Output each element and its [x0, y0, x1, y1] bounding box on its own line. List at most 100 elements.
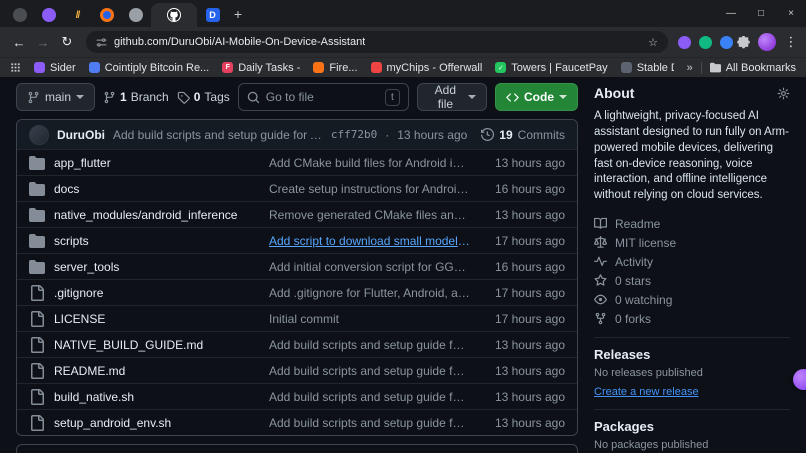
- file-name-link[interactable]: NATIVE_BUILD_GUIDE.md: [54, 338, 203, 352]
- file-row[interactable]: README.md Add build scripts and setup gui…: [17, 357, 577, 383]
- file-row[interactable]: LICENSE Initial commit 17 hours ago: [17, 305, 577, 331]
- pinned-tab-sider[interactable]: [35, 3, 62, 27]
- file-row[interactable]: server_tools Add initial conversion scrip…: [17, 253, 577, 279]
- about-eye-link[interactable]: 0 watching: [594, 290, 790, 309]
- file-row[interactable]: build_native.sh Add build scripts and set…: [17, 383, 577, 409]
- minimize-button[interactable]: —: [716, 8, 746, 19]
- about-pulse-link[interactable]: Activity: [594, 252, 790, 271]
- forward-button[interactable]: →: [32, 35, 54, 50]
- new-tab-button[interactable]: +: [226, 2, 250, 26]
- file-row[interactable]: docs Create setup instructions for Androi…: [17, 175, 577, 201]
- about-fork-link[interactable]: 0 forks: [594, 309, 790, 328]
- extension-icon[interactable]: [699, 35, 712, 49]
- browser-menu-icon[interactable]: ⋮: [784, 34, 798, 50]
- file-commit-message-link[interactable]: Add build scripts and setup guide for An…: [269, 416, 479, 430]
- bookmark-item[interactable]: Fire...: [313, 62, 358, 74]
- extensions-puzzle-icon[interactable]: [737, 36, 750, 49]
- bookmark-favicon-icon: [34, 62, 45, 73]
- file-row[interactable]: setup_android_env.sh Add build scripts an…: [17, 409, 577, 435]
- pulse-icon: [594, 255, 607, 268]
- bookmark-star-icon[interactable]: ☆: [648, 36, 658, 49]
- file-name-link[interactable]: setup_android_env.sh: [54, 416, 171, 430]
- commit-author-name[interactable]: DuruObi: [57, 128, 105, 142]
- sidebar-divider: [594, 337, 790, 339]
- pinned-tab-pens[interactable]: //: [64, 3, 91, 27]
- repo-controls-row: main 1 Branch 0 Tags Go to file t Add fi…: [16, 83, 578, 111]
- folder-icon: [29, 155, 45, 171]
- file-updated-time: 13 hours ago: [494, 155, 565, 170]
- file-name-link[interactable]: README.md: [54, 364, 125, 378]
- bookmark-item[interactable]: ✓ Towers | FaucetPay: [495, 61, 608, 74]
- code-button[interactable]: Code: [495, 83, 578, 111]
- commit-author-avatar[interactable]: [29, 124, 49, 145]
- about-book-link[interactable]: Readme: [594, 214, 790, 233]
- tab-d[interactable]: D: [199, 3, 226, 27]
- file-commit-message-link[interactable]: Add build scripts and setup guide for An…: [269, 364, 479, 378]
- bookmark-item[interactable]: F Daily Tasks -: [222, 62, 300, 74]
- apps-grid-icon[interactable]: [10, 62, 21, 73]
- maximize-button[interactable]: □: [746, 8, 776, 19]
- commit-sha-link[interactable]: cff72b0: [331, 128, 377, 141]
- tab-mit-license[interactable]: MIT license: [119, 445, 220, 453]
- file-row[interactable]: app_flutter Add CMake build files for And…: [17, 149, 577, 175]
- file-commit-message-link[interactable]: Add initial conversion script for GGUF f…: [269, 260, 479, 274]
- create-release-link[interactable]: Create a new release: [594, 386, 699, 398]
- site-settings-icon[interactable]: [96, 37, 107, 48]
- file-row[interactable]: NATIVE_BUILD_GUIDE.md Add build scripts a…: [17, 331, 577, 357]
- go-to-file-input[interactable]: Go to file t: [237, 83, 409, 111]
- close-button[interactable]: ×: [776, 8, 806, 19]
- current-branch-label: main: [45, 90, 72, 104]
- file-commit-message-link[interactable]: Add script to download small model with …: [269, 234, 479, 248]
- file-name-link[interactable]: scripts: [54, 234, 89, 248]
- file-name-link[interactable]: build_native.sh: [54, 390, 134, 404]
- extension-icon[interactable]: [720, 35, 733, 49]
- address-bar[interactable]: github.com/DuruObi/AI-Mobile-On-Device-A…: [86, 31, 668, 53]
- bookmarks-divider: [700, 61, 702, 74]
- bookmark-label: Towers | FaucetPay: [511, 61, 608, 74]
- file-commit-message-link[interactable]: Add build scripts and setup guide for An…: [269, 338, 479, 352]
- file-commit-message-link[interactable]: Create setup instructions for Android an…: [269, 182, 479, 196]
- bookmark-item[interactable]: Cointiply Bitcoin Re...: [88, 62, 209, 74]
- back-button[interactable]: ←: [8, 35, 30, 50]
- branches-link[interactable]: 1 Branch: [103, 90, 169, 104]
- file-commit-message-link[interactable]: Add .gitignore for Flutter, Android, and…: [269, 286, 479, 300]
- file-row[interactable]: .gitignore Add .gitignore for Flutter, An…: [17, 279, 577, 305]
- bookmark-item[interactable]: Sider: [34, 62, 76, 74]
- tab-github[interactable]: [151, 3, 197, 27]
- branch-selector-button[interactable]: main: [16, 83, 96, 111]
- commit-message-link[interactable]: Add build scripts and setup guide for An…: [113, 128, 323, 142]
- file-commit-message-link[interactable]: Add CMake build files for Android infere…: [269, 156, 479, 170]
- all-bookmarks-button[interactable]: All Bookmarks: [710, 62, 796, 74]
- pinned-tab-1[interactable]: [6, 3, 33, 27]
- bookmark-item[interactable]: myChips - Offerwall: [370, 62, 482, 74]
- file-row[interactable]: scripts Add script to download small mode…: [17, 227, 577, 253]
- file-commit-message-link[interactable]: Initial commit: [269, 312, 479, 326]
- add-file-button[interactable]: Add file: [416, 83, 487, 111]
- file-name-link[interactable]: docs: [54, 182, 79, 196]
- commit-history-link[interactable]: 19 Commits: [481, 128, 565, 142]
- profile-avatar[interactable]: [758, 33, 776, 51]
- tags-link[interactable]: 0 Tags: [177, 90, 230, 104]
- file-name-link[interactable]: .gitignore: [54, 286, 103, 300]
- file-name-cell: docs: [29, 181, 269, 197]
- tab-readme[interactable]: README: [23, 445, 115, 453]
- extension-icon[interactable]: [678, 35, 691, 49]
- about-star-link[interactable]: 0 stars: [594, 271, 790, 290]
- file-name-link[interactable]: server_tools: [54, 260, 119, 274]
- about-law-link[interactable]: MIT license: [594, 233, 790, 252]
- pinned-tab-orange[interactable]: [93, 3, 120, 27]
- file-name-link[interactable]: native_modules/android_inference: [54, 208, 237, 222]
- latest-commit-bar: DuruObi Add build scripts and setup guid…: [17, 120, 577, 149]
- pinned-tab-gamepad[interactable]: [122, 3, 149, 27]
- file-commit-message-link[interactable]: Remove generated CMake files and build a…: [269, 208, 479, 222]
- file-row[interactable]: native_modules/android_inference Remove g…: [17, 201, 577, 227]
- code-icon: [506, 91, 519, 104]
- sidebar-divider: [594, 409, 790, 411]
- gear-icon[interactable]: [777, 87, 790, 100]
- reload-button[interactable]: ↻: [56, 34, 78, 50]
- bookmarks-overflow-button[interactable]: »: [687, 62, 693, 74]
- file-commit-message-link[interactable]: Add build scripts and setup guide for An…: [269, 390, 479, 404]
- file-name-link[interactable]: LICENSE: [54, 312, 105, 326]
- bookmark-item[interactable]: Stable Diffusion Onl...: [620, 62, 674, 74]
- file-name-link[interactable]: app_flutter: [54, 156, 111, 170]
